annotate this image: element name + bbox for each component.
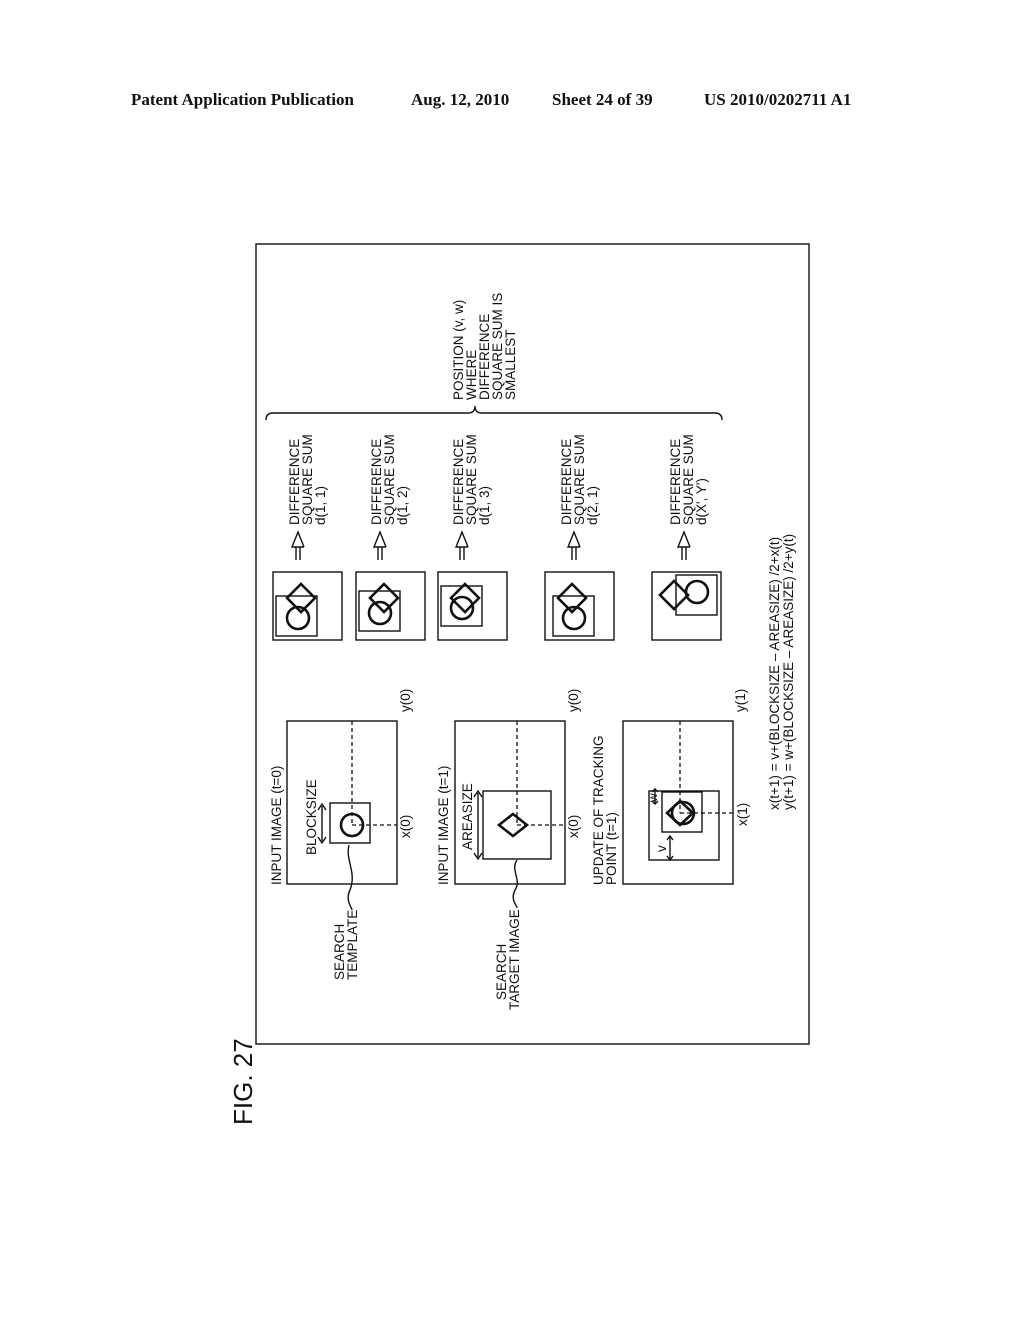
- v-label: v: [654, 845, 669, 852]
- figure-label: FIG. 27: [228, 1038, 258, 1125]
- w-label: w: [646, 793, 660, 803]
- circle: [367, 600, 393, 626]
- comparison-d21: [544, 530, 615, 641]
- diff2-line3: d(1, 2): [395, 486, 410, 525]
- callout-line: [347, 844, 353, 911]
- panel2-x-label: x(0): [566, 815, 581, 838]
- formula-y: y(t+1) = w+(BLOCKSIZE – AREASIZE) /2+y(t…: [781, 534, 796, 810]
- panel-input-image-t1: INPUT IMAGE (t=1) AREASIZE y(0) x(0) SEA…: [436, 689, 581, 1010]
- panel1-x-label: x(0): [398, 815, 413, 838]
- comparison-d11: [272, 530, 343, 641]
- panel3-x-label: x(1): [735, 803, 750, 826]
- panel2-y-label: y(0): [566, 689, 581, 712]
- diff1-line3: d(1, 1): [313, 486, 328, 525]
- diff4-line3: d(2, 1): [585, 486, 600, 525]
- arrow-icon: [676, 530, 691, 560]
- search-window: [651, 571, 722, 641]
- formula-x: x(t+1) = v+(BLOCKSIZE – AREASIZE) /2+x(t…: [767, 537, 782, 810]
- panel2-title: INPUT IMAGE (t=1): [436, 766, 451, 885]
- search-template-callout-2: TEMPLATE: [345, 910, 360, 980]
- comparison-dXY: [651, 530, 722, 641]
- panel3-title-2: POINT (t=1): [604, 812, 619, 885]
- diamond: [368, 582, 400, 614]
- target-diamond: [496, 812, 530, 838]
- comparison-d13: [437, 530, 508, 641]
- diff5-line3: d(X', Y'): [694, 478, 709, 525]
- panel1-y-label: y(0): [398, 689, 413, 712]
- arrow-icon: [372, 530, 387, 560]
- arrow-icon: [454, 530, 469, 560]
- panel3-y-label: y(1): [733, 689, 748, 712]
- panel-update-tracking-point: UPDATE OF TRACKING POINT (t=1) w v y(1) …: [591, 689, 750, 885]
- diff3-line3: d(1, 3): [477, 486, 492, 525]
- comparison-d12: [355, 530, 426, 641]
- grouping-brace: [265, 405, 723, 421]
- diamond: [658, 579, 690, 611]
- search-target-callout-2: TARGET IMAGE: [507, 909, 522, 1010]
- arrow-icon: [290, 530, 305, 560]
- blocksize-label: BLOCKSIZE: [304, 779, 319, 855]
- areasize-label: AREASIZE: [460, 783, 475, 850]
- panel-input-image-t0: INPUT IMAGE (t=0) BLOCKSIZE y(0) x(0) SE…: [269, 689, 413, 980]
- brace-label-5: SMALLEST: [503, 329, 518, 400]
- arrow-icon: [566, 530, 581, 560]
- panel1-title: INPUT IMAGE (t=0): [269, 766, 284, 885]
- figure-27-diagram: FIG. 27 INPUT IMAGE (t=0) BLOCKSIZE y(0)…: [228, 243, 810, 1125]
- circle: [684, 579, 710, 605]
